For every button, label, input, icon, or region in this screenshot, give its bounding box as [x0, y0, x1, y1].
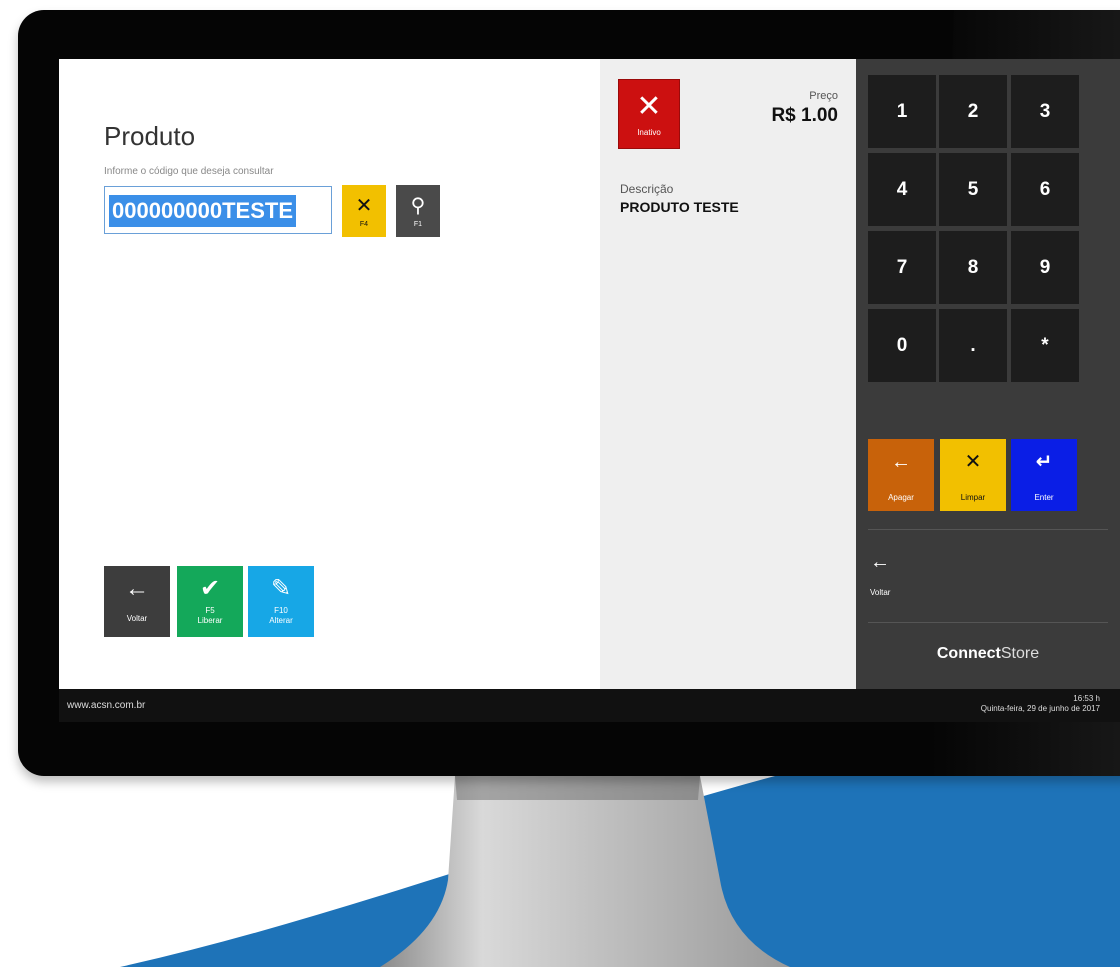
- key-3[interactable]: 3: [1011, 75, 1079, 148]
- status-bar: www.acsn.com.br 16:53 h Quinta-feira, 29…: [59, 689, 1120, 722]
- alterar-label: Alterar: [269, 616, 293, 625]
- apagar-button[interactable]: ← Apagar: [868, 439, 934, 511]
- key-2[interactable]: 2: [939, 75, 1007, 148]
- key-7[interactable]: 7: [868, 231, 936, 304]
- divider: [868, 529, 1108, 530]
- clock: 16:53 h Quinta-feira, 29 de junho de 201…: [981, 694, 1100, 714]
- voltar-button[interactable]: ← Voltar: [104, 566, 170, 637]
- key-6[interactable]: 6: [1011, 153, 1079, 226]
- close-icon: ✕: [355, 194, 373, 217]
- page-title: Produto: [104, 121, 196, 151]
- key-9[interactable]: 9: [1011, 231, 1079, 304]
- liberar-label: Liberar: [197, 616, 223, 625]
- voltar-label: Voltar: [126, 614, 148, 623]
- limpar-label: Limpar: [960, 493, 986, 502]
- enter-button[interactable]: ↵ Enter: [1011, 439, 1077, 511]
- code-hint: Informe o código que deseja consultar: [104, 166, 274, 177]
- check-icon: ✔: [199, 575, 221, 602]
- key-0[interactable]: 0: [868, 309, 936, 382]
- details-panel: ✕ Inativo Preço R$ 1.00 Descrição PRODUT…: [600, 59, 856, 689]
- product-code-value: 000000000TESTE: [109, 195, 297, 227]
- search-key: F1: [413, 220, 423, 228]
- arrow-left-icon: ←: [125, 575, 149, 602]
- liberar-button[interactable]: ✔ F5 Liberar: [177, 566, 243, 637]
- description-label: Descrição: [620, 182, 674, 196]
- search-button[interactable]: ⚲ F1: [396, 185, 440, 237]
- divider: [868, 622, 1108, 623]
- arrow-left-icon: ←: [870, 551, 890, 573]
- price-value: R$ 1.00: [771, 105, 838, 126]
- alterar-button[interactable]: ✎ F10 Alterar: [248, 566, 314, 637]
- price-label: Preço: [809, 90, 838, 102]
- keypad-voltar-button[interactable]: ← Voltar: [870, 551, 890, 597]
- key-dot[interactable]: .: [939, 309, 1007, 382]
- clock-date: Quinta-feira, 29 de junho de 2017: [980, 704, 1100, 713]
- site-link[interactable]: www.acsn.com.br: [67, 700, 145, 711]
- keypad-voltar-label: Voltar: [870, 588, 891, 597]
- key-1[interactable]: 1: [868, 75, 936, 148]
- enter-icon: ↵: [1035, 451, 1053, 473]
- search-icon: ⚲: [410, 194, 426, 217]
- key-asterisk[interactable]: *: [1011, 309, 1079, 382]
- key-8[interactable]: 8: [939, 231, 1007, 304]
- key-5[interactable]: 5: [939, 153, 1007, 226]
- clock-time: 16:53 h: [1073, 694, 1100, 703]
- keypad-panel: 1 2 3 4 5 6 7 8 9 0 . * ← Apagar ✕ Limpa…: [856, 59, 1120, 689]
- arrow-left-icon: ←: [891, 451, 911, 473]
- brand-light: Store: [1000, 645, 1040, 662]
- close-icon: ✕: [636, 89, 662, 123]
- apagar-label: Apagar: [888, 493, 914, 502]
- brand-logo: ConnectStore: [856, 645, 1120, 663]
- limpar-button[interactable]: ✕ Limpar: [940, 439, 1006, 511]
- brand-bold: Connect: [936, 645, 1001, 662]
- pencil-icon: ✎: [270, 575, 292, 602]
- description-value: PRODUTO TESTE: [620, 199, 739, 215]
- product-panel: Produto Informe o código que deseja cons…: [59, 59, 600, 689]
- enter-label: Enter: [1034, 493, 1054, 502]
- clear-code-button[interactable]: ✕ F4: [342, 185, 386, 237]
- status-badge: ✕ Inativo: [618, 79, 680, 149]
- liberar-key: F5: [205, 606, 215, 615]
- alterar-key: F10: [274, 606, 288, 615]
- key-4[interactable]: 4: [868, 153, 936, 226]
- close-icon: ✕: [964, 451, 982, 473]
- product-code-input[interactable]: 000000000TESTE: [104, 186, 332, 234]
- clear-code-key: F4: [359, 220, 369, 228]
- app-screen: Produto Informe o código que deseja cons…: [59, 59, 1120, 722]
- status-label: Inativo: [637, 127, 661, 137]
